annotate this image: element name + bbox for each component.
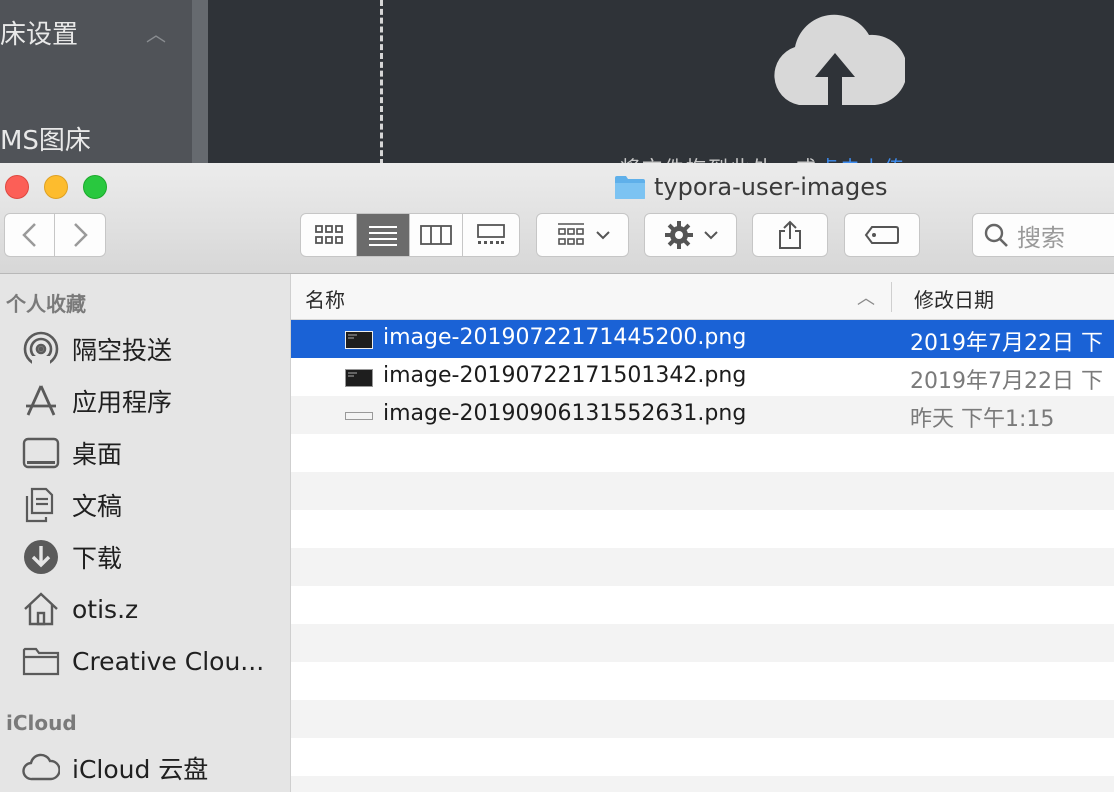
airdrop-icon — [22, 330, 60, 368]
file-row[interactable]: image-20190722171445200.png 2019年7月22日 下 — [291, 320, 1114, 358]
empty-row — [291, 738, 1114, 776]
forward-button[interactable] — [55, 214, 105, 256]
file-name: image-20190906131552631.png — [383, 401, 747, 426]
share-icon — [779, 220, 801, 249]
sidebar-item-label: 桌面 — [72, 440, 123, 469]
file-date: 2019年7月22日 下 — [910, 369, 1103, 394]
column-divider[interactable] — [891, 282, 892, 312]
file-date: 2019年7月22日 下 — [910, 331, 1103, 356]
icloud-header: iCloud — [6, 711, 77, 735]
minimize-button[interactable] — [44, 175, 68, 199]
gallery-view-button[interactable] — [463, 214, 519, 256]
file-row[interactable]: image-20190906131552631.png 昨天 下午1:15 — [291, 396, 1114, 434]
applications-icon — [22, 382, 60, 420]
background-sidebar: 床设置 ︿ MS图床 — [0, 0, 192, 165]
icon-grid-icon — [314, 225, 343, 244]
background-main — [208, 0, 1114, 165]
empty-row — [291, 662, 1114, 700]
folder-icon — [615, 176, 645, 199]
columns-icon — [419, 225, 452, 245]
group-icon — [557, 223, 584, 245]
list-view-button[interactable] — [357, 214, 410, 256]
favorites-header: 个人收藏 — [6, 292, 86, 316]
chevron-left-icon — [21, 223, 36, 247]
downloads-icon — [22, 538, 60, 576]
view-mode-control — [300, 213, 520, 257]
file-date: 昨天 下午1:15 — [910, 407, 1055, 432]
search-icon — [984, 223, 1008, 247]
sidebar-item-label: iCloud 云盘 — [72, 755, 209, 784]
chevron-up-icon[interactable]: ︿ — [146, 18, 166, 47]
empty-row — [291, 472, 1114, 510]
file-row[interactable]: image-20190722171501342.png 2019年7月22日 下 — [291, 358, 1114, 396]
list-header: 名称 ︿ 修改日期 — [291, 274, 1114, 320]
sidebar-item-applications[interactable]: 应用程序 — [22, 381, 282, 421]
cloud-icon — [22, 749, 60, 787]
group-by-button[interactable] — [536, 213, 629, 257]
share-button[interactable] — [752, 213, 828, 257]
window-title-text: typora-user-images — [654, 173, 888, 201]
png-thumbnail-icon — [345, 369, 373, 387]
empty-row — [291, 548, 1114, 586]
search-field[interactable]: 搜索 — [972, 213, 1114, 257]
background-sidebar-item[interactable]: MS图床 — [0, 120, 91, 157]
background-sidebar-title[interactable]: 床设置 — [0, 14, 78, 51]
column-header-date[interactable]: 修改日期 — [914, 284, 994, 313]
folder-icon — [22, 642, 60, 680]
sidebar-item-creative-cloud[interactable]: Creative Clou... — [22, 641, 282, 681]
chevron-down-icon — [595, 231, 610, 240]
finder-window: typora-user-images 搜索 个人收藏 隔空投送 应用程序 桌面 … — [0, 163, 1114, 792]
sidebar-item-label: 应用程序 — [72, 388, 173, 417]
tag-icon — [864, 226, 899, 244]
tag-button[interactable] — [844, 213, 920, 257]
sidebar-item-desktop[interactable]: 桌面 — [22, 433, 282, 473]
action-button[interactable] — [644, 213, 737, 257]
search-placeholder: 搜索 — [1017, 223, 1065, 252]
sidebar-item-documents[interactable]: 文稿 — [22, 485, 282, 525]
sidebar-item-downloads[interactable]: 下载 — [22, 537, 282, 577]
list-icon — [369, 226, 398, 246]
sidebar-item-label: 隔空投送 — [72, 336, 173, 365]
gallery-icon — [476, 224, 505, 244]
png-thumbnail-icon — [345, 412, 373, 420]
zoom-button[interactable] — [83, 175, 107, 199]
sidebar-item-label: 下载 — [72, 544, 123, 573]
sidebar-item-label: 文稿 — [72, 492, 123, 521]
back-button[interactable] — [5, 214, 56, 256]
empty-row — [291, 434, 1114, 472]
column-header-name[interactable]: 名称 — [305, 284, 345, 313]
desktop-icon — [22, 434, 60, 472]
file-name: image-20190722171501342.png — [383, 363, 747, 388]
documents-icon — [22, 486, 60, 524]
nav-buttons — [4, 213, 106, 257]
gear-icon — [664, 221, 693, 249]
finder-sidebar: 个人收藏 隔空投送 应用程序 桌面 文稿 下载 otis.z Creative … — [0, 274, 291, 792]
png-thumbnail-icon — [345, 331, 373, 349]
sidebar-item-icloud-drive[interactable]: iCloud 云盘 — [22, 748, 282, 788]
empty-row — [291, 624, 1114, 662]
file-name: image-20190722171445200.png — [383, 325, 747, 350]
sidebar-item-label: Creative Clou... — [72, 646, 265, 676]
close-button[interactable] — [5, 175, 29, 199]
sort-ascending-icon[interactable]: ︿ — [857, 284, 875, 310]
cloud-upload-icon[interactable] — [765, 5, 908, 114]
file-list: 名称 ︿ 修改日期 image-20190722171445200.png 20… — [291, 274, 1114, 792]
background-scroll-strip — [192, 0, 208, 165]
window-toolbar: typora-user-images 搜索 — [0, 163, 1114, 274]
empty-row — [291, 700, 1114, 738]
window-title: typora-user-images — [614, 171, 888, 203]
column-view-button[interactable] — [410, 214, 463, 256]
empty-row — [291, 510, 1114, 548]
upload-drop-border — [380, 0, 383, 165]
empty-row — [291, 586, 1114, 624]
empty-row — [291, 776, 1114, 792]
icon-view-button[interactable] — [301, 214, 358, 256]
sidebar-item-label: otis.z — [72, 594, 139, 624]
chevron-right-icon — [74, 223, 88, 247]
background-app: 床设置 ︿ MS图床 将文件拖到此处，或点击上传 — [0, 0, 1114, 180]
sidebar-item-home[interactable]: otis.z — [22, 589, 282, 629]
home-icon — [22, 590, 60, 628]
chevron-down-icon — [703, 231, 718, 240]
sidebar-item-airdrop[interactable]: 隔空投送 — [22, 329, 282, 369]
